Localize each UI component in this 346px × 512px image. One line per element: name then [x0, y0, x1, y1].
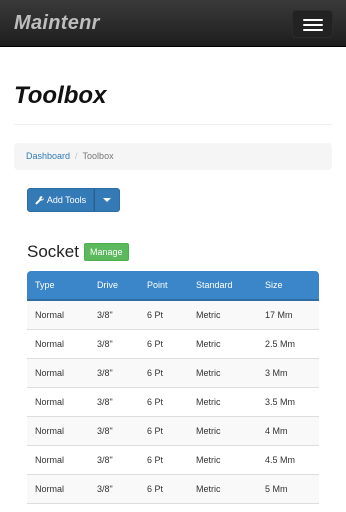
cell-size: 3.5 Mm: [257, 387, 319, 417]
cell-point: 6 Pt: [139, 474, 188, 504]
cell-drive: 3/8": [89, 416, 139, 446]
cell-drive: 3/8": [89, 358, 139, 388]
cell-point: 6 Pt: [139, 358, 188, 388]
cell-standard: Metric: [188, 387, 257, 417]
add-tools-label: Add Tools: [46, 195, 87, 205]
cell-drive: 3/8": [89, 474, 139, 504]
cell-type: Normal: [27, 329, 89, 359]
cell-type: Normal: [27, 445, 89, 475]
breadcrumb-dashboard-link[interactable]: Dashboard: [26, 151, 70, 161]
socket-table: Type Drive Point Standard Size Normal 3/8…: [27, 271, 319, 504]
cell-point: 6 Pt: [139, 416, 188, 446]
cell-standard: Metric: [188, 358, 257, 388]
cell-size: 3 Mm: [257, 358, 319, 388]
cell-drive: 3/8": [89, 387, 139, 417]
cell-type: Normal: [27, 358, 89, 388]
cell-size: 17 Mm: [257, 300, 319, 330]
cell-size: 4 Mm: [257, 416, 319, 446]
table-header-row: Type Drive Point Standard Size: [27, 271, 319, 301]
cell-point: 6 Pt: [139, 329, 188, 359]
add-tools-dropdown-toggle[interactable]: [94, 188, 120, 212]
cell-standard: Metric: [188, 329, 257, 359]
caret-down-icon: [103, 198, 111, 202]
brand-logo[interactable]: Maintenr: [14, 12, 100, 35]
table-row[interactable]: Normal 3/8" 6 Pt Metric 3.5 Mm: [27, 387, 319, 417]
cell-type: Normal: [27, 300, 89, 330]
table-row[interactable]: Normal 3/8" 6 Pt Metric 5 Mm: [27, 474, 319, 504]
wrench-icon: [35, 195, 44, 204]
title-divider: [14, 124, 332, 125]
table-row[interactable]: Normal 3/8" 6 Pt Metric 2.5 Mm: [27, 329, 319, 359]
column-header-point[interactable]: Point: [139, 271, 188, 301]
cell-standard: Metric: [188, 445, 257, 475]
breadcrumb-current: Toolbox: [82, 151, 114, 161]
table-row[interactable]: Normal 3/8" 6 Pt Metric 17 Mm: [27, 300, 319, 330]
navbar: Maintenr: [0, 0, 346, 47]
column-header-size[interactable]: Size: [257, 271, 319, 301]
cell-standard: Metric: [188, 300, 257, 330]
breadcrumb-separator: /: [75, 151, 78, 161]
cell-standard: Metric: [188, 474, 257, 504]
cell-point: 6 Pt: [139, 300, 188, 330]
cell-type: Normal: [27, 474, 89, 504]
section-title: Socket: [27, 242, 79, 261]
cell-size: 4.5 Mm: [257, 445, 319, 475]
cell-type: Normal: [27, 387, 89, 417]
cell-drive: 3/8": [89, 445, 139, 475]
page-title: Toolbox: [14, 82, 107, 109]
socket-section-header: Socket Manage: [27, 242, 129, 262]
cell-drive: 3/8": [89, 329, 139, 359]
cell-drive: 3/8": [89, 300, 139, 330]
column-header-type[interactable]: Type: [27, 271, 89, 301]
cell-point: 6 Pt: [139, 445, 188, 475]
breadcrumb: Dashboard / Toolbox: [14, 143, 332, 170]
column-header-drive[interactable]: Drive: [89, 271, 139, 301]
cell-size: 2.5 Mm: [257, 329, 319, 359]
table-row[interactable]: Normal 3/8" 6 Pt Metric 4 Mm: [27, 416, 319, 446]
cell-point: 6 Pt: [139, 387, 188, 417]
manage-button[interactable]: Manage: [83, 243, 129, 261]
cell-type: Normal: [27, 416, 89, 446]
add-tools-button-group: Add Tools: [27, 188, 120, 212]
menu-toggle-button[interactable]: [292, 10, 333, 38]
column-header-standard[interactable]: Standard: [188, 271, 257, 301]
cell-standard: Metric: [188, 416, 257, 446]
table-row[interactable]: Normal 3/8" 6 Pt Metric 3 Mm: [27, 358, 319, 388]
table-row[interactable]: Normal 3/8" 6 Pt Metric 4.5 Mm: [27, 445, 319, 475]
cell-size: 5 Mm: [257, 474, 319, 504]
add-tools-button[interactable]: Add Tools: [27, 188, 94, 212]
